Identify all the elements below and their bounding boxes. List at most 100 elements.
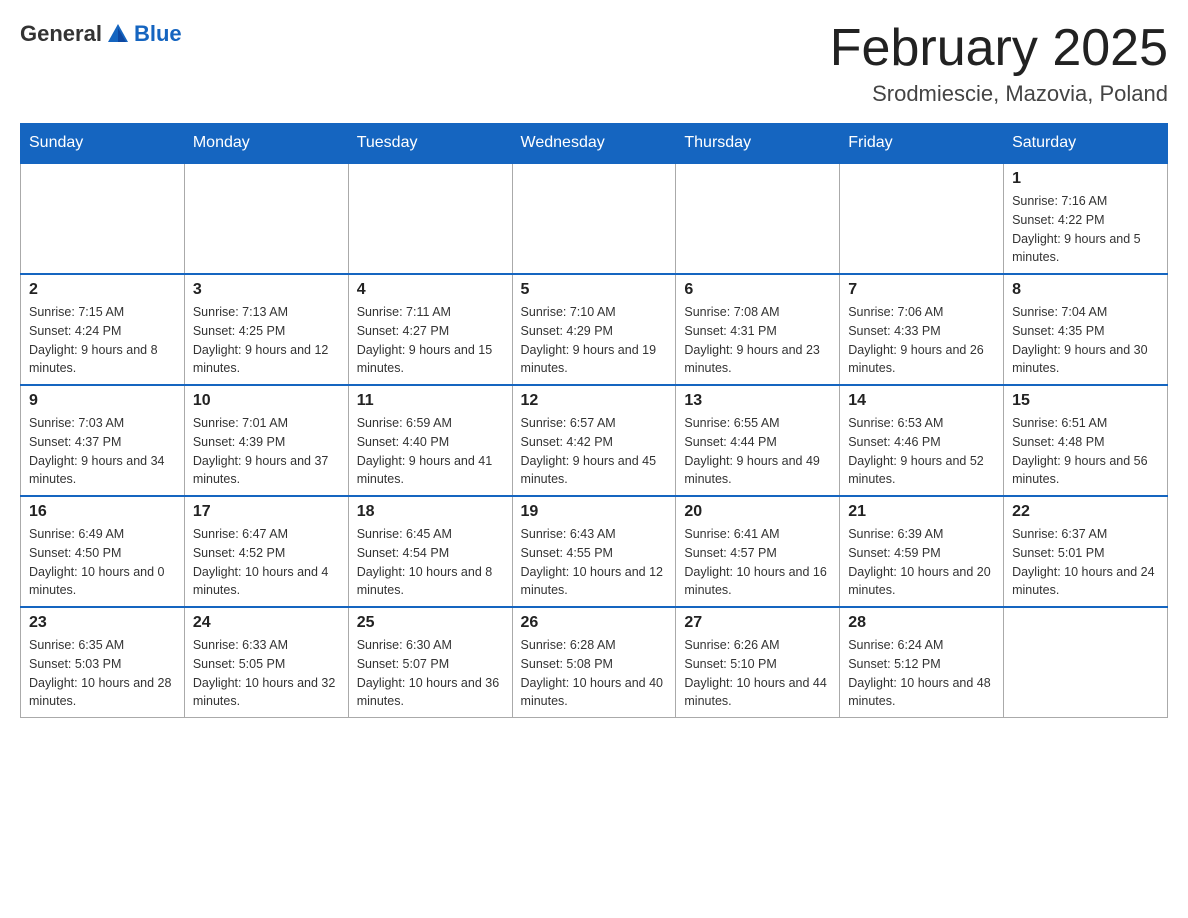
day-info: Sunrise: 6:30 AMSunset: 5:07 PMDaylight:… [357,636,504,711]
day-info: Sunrise: 7:01 AMSunset: 4:39 PMDaylight:… [193,414,340,489]
logo-general: General [20,21,102,47]
day-number: 19 [521,503,668,521]
day-info: Sunrise: 6:39 AMSunset: 4:59 PMDaylight:… [848,525,995,600]
day-number: 20 [684,503,831,521]
day-info: Sunrise: 6:51 AMSunset: 4:48 PMDaylight:… [1012,414,1159,489]
day-number: 27 [684,614,831,632]
calendar-cell: 22 Sunrise: 6:37 AMSunset: 5:01 PMDayligh… [1004,496,1168,607]
day-info: Sunrise: 6:41 AMSunset: 4:57 PMDaylight:… [684,525,831,600]
calendar-cell: 15 Sunrise: 6:51 AMSunset: 4:48 PMDayligh… [1004,385,1168,496]
title-block: February 2025 Srodmiescie, Mazovia, Pola… [830,20,1168,107]
day-info: Sunrise: 6:45 AMSunset: 4:54 PMDaylight:… [357,525,504,600]
day-info: Sunrise: 6:59 AMSunset: 4:40 PMDaylight:… [357,414,504,489]
calendar-week-row: 9 Sunrise: 7:03 AMSunset: 4:37 PMDaylight… [21,385,1168,496]
day-info: Sunrise: 6:24 AMSunset: 5:12 PMDaylight:… [848,636,995,711]
calendar-cell: 3 Sunrise: 7:13 AMSunset: 4:25 PMDaylight… [184,274,348,385]
day-number: 10 [193,392,340,410]
calendar-week-row: 2Sunrise: 7:15 AMSunset: 4:24 PMDaylight… [21,274,1168,385]
day-number: 13 [684,392,831,410]
day-info: Sunrise: 7:15 AMSunset: 4:24 PMDaylight:… [29,303,176,378]
calendar-cell: 12 Sunrise: 6:57 AMSunset: 4:42 PMDayligh… [512,385,676,496]
day-header-wednesday: Wednesday [512,124,676,164]
calendar-cell: 14 Sunrise: 6:53 AMSunset: 4:46 PMDayligh… [840,385,1004,496]
day-number: 6 [684,281,831,299]
calendar-cell: 27Sunrise: 6:26 AMSunset: 5:10 PMDayligh… [676,607,840,718]
calendar-cell [512,163,676,274]
day-header-tuesday: Tuesday [348,124,512,164]
day-number: 4 [357,281,504,299]
day-number: 23 [29,614,176,632]
day-number: 18 [357,503,504,521]
calendar-cell: 8 Sunrise: 7:04 AMSunset: 4:35 PMDaylight… [1004,274,1168,385]
month-title: February 2025 [830,20,1168,77]
calendar-cell: 5 Sunrise: 7:10 AMSunset: 4:29 PMDaylight… [512,274,676,385]
calendar-cell: 17 Sunrise: 6:47 AMSunset: 4:52 PMDayligh… [184,496,348,607]
day-number: 21 [848,503,995,521]
day-info: Sunrise: 7:03 AMSunset: 4:37 PMDaylight:… [29,414,176,489]
calendar-table: SundayMondayTuesdayWednesdayThursdayFrid… [20,123,1168,718]
logo-blue: Blue [134,21,182,47]
day-header-thursday: Thursday [676,124,840,164]
calendar-cell: 23 Sunrise: 6:35 AMSunset: 5:03 PMDayligh… [21,607,185,718]
day-number: 8 [1012,281,1159,299]
day-info: Sunrise: 7:04 AMSunset: 4:35 PMDaylight:… [1012,303,1159,378]
day-info: Sunrise: 6:57 AMSunset: 4:42 PMDaylight:… [521,414,668,489]
day-number: 9 [29,392,176,410]
day-header-sunday: Sunday [21,124,185,164]
day-info: Sunrise: 6:33 AMSunset: 5:05 PMDaylight:… [193,636,340,711]
day-number: 3 [193,281,340,299]
calendar-cell: 16Sunrise: 6:49 AMSunset: 4:50 PMDayligh… [21,496,185,607]
calendar-cell: 9 Sunrise: 7:03 AMSunset: 4:37 PMDaylight… [21,385,185,496]
day-info: Sunrise: 6:37 AMSunset: 5:01 PMDaylight:… [1012,525,1159,600]
calendar-cell: 19 Sunrise: 6:43 AMSunset: 4:55 PMDayligh… [512,496,676,607]
calendar-cell [184,163,348,274]
day-number: 11 [357,392,504,410]
day-header-friday: Friday [840,124,1004,164]
calendar-header-row: SundayMondayTuesdayWednesdayThursdayFrid… [21,124,1168,164]
calendar-cell [348,163,512,274]
calendar-cell: 26 Sunrise: 6:28 AMSunset: 5:08 PMDayligh… [512,607,676,718]
day-info: Sunrise: 7:13 AMSunset: 4:25 PMDaylight:… [193,303,340,378]
day-info: Sunrise: 6:53 AMSunset: 4:46 PMDaylight:… [848,414,995,489]
day-info: Sunrise: 6:43 AMSunset: 4:55 PMDaylight:… [521,525,668,600]
day-info: Sunrise: 6:35 AMSunset: 5:03 PMDaylight:… [29,636,176,711]
calendar-cell: 10 Sunrise: 7:01 AMSunset: 4:39 PMDayligh… [184,385,348,496]
location: Srodmiescie, Mazovia, Poland [830,81,1168,107]
day-number: 15 [1012,392,1159,410]
day-info: Sunrise: 6:47 AMSunset: 4:52 PMDaylight:… [193,525,340,600]
calendar-cell: 6 Sunrise: 7:08 AMSunset: 4:31 PMDaylight… [676,274,840,385]
logo: General Blue [20,20,182,48]
day-header-saturday: Saturday [1004,124,1168,164]
calendar-cell [676,163,840,274]
logo-icon [104,20,132,48]
day-number: 5 [521,281,668,299]
calendar-cell [21,163,185,274]
calendar-week-row: 1 Sunrise: 7:16 AMSunset: 4:22 PMDaylight… [21,163,1168,274]
calendar-cell: 20 Sunrise: 6:41 AMSunset: 4:57 PMDayligh… [676,496,840,607]
calendar-cell: 21 Sunrise: 6:39 AMSunset: 4:59 PMDayligh… [840,496,1004,607]
day-info: Sunrise: 7:10 AMSunset: 4:29 PMDaylight:… [521,303,668,378]
day-info: Sunrise: 7:06 AMSunset: 4:33 PMDaylight:… [848,303,995,378]
calendar-cell: 25 Sunrise: 6:30 AMSunset: 5:07 PMDayligh… [348,607,512,718]
day-number: 22 [1012,503,1159,521]
calendar-cell [1004,607,1168,718]
day-number: 1 [1012,170,1159,188]
day-number: 14 [848,392,995,410]
day-info: Sunrise: 7:08 AMSunset: 4:31 PMDaylight:… [684,303,831,378]
day-info: Sunrise: 7:16 AMSunset: 4:22 PMDaylight:… [1012,192,1159,267]
day-number: 25 [357,614,504,632]
calendar-week-row: 23 Sunrise: 6:35 AMSunset: 5:03 PMDayligh… [21,607,1168,718]
day-info: Sunrise: 6:28 AMSunset: 5:08 PMDaylight:… [521,636,668,711]
calendar-cell: 28Sunrise: 6:24 AMSunset: 5:12 PMDayligh… [840,607,1004,718]
page-header: General Blue February 2025 Srodmiescie, … [20,20,1168,107]
day-info: Sunrise: 7:11 AMSunset: 4:27 PMDaylight:… [357,303,504,378]
calendar-cell: 11 Sunrise: 6:59 AMSunset: 4:40 PMDayligh… [348,385,512,496]
day-header-monday: Monday [184,124,348,164]
day-info: Sunrise: 6:55 AMSunset: 4:44 PMDaylight:… [684,414,831,489]
calendar-cell: 1 Sunrise: 7:16 AMSunset: 4:22 PMDaylight… [1004,163,1168,274]
day-number: 26 [521,614,668,632]
day-number: 17 [193,503,340,521]
calendar-cell: 18 Sunrise: 6:45 AMSunset: 4:54 PMDayligh… [348,496,512,607]
day-number: 12 [521,392,668,410]
calendar-cell: 4 Sunrise: 7:11 AMSunset: 4:27 PMDaylight… [348,274,512,385]
